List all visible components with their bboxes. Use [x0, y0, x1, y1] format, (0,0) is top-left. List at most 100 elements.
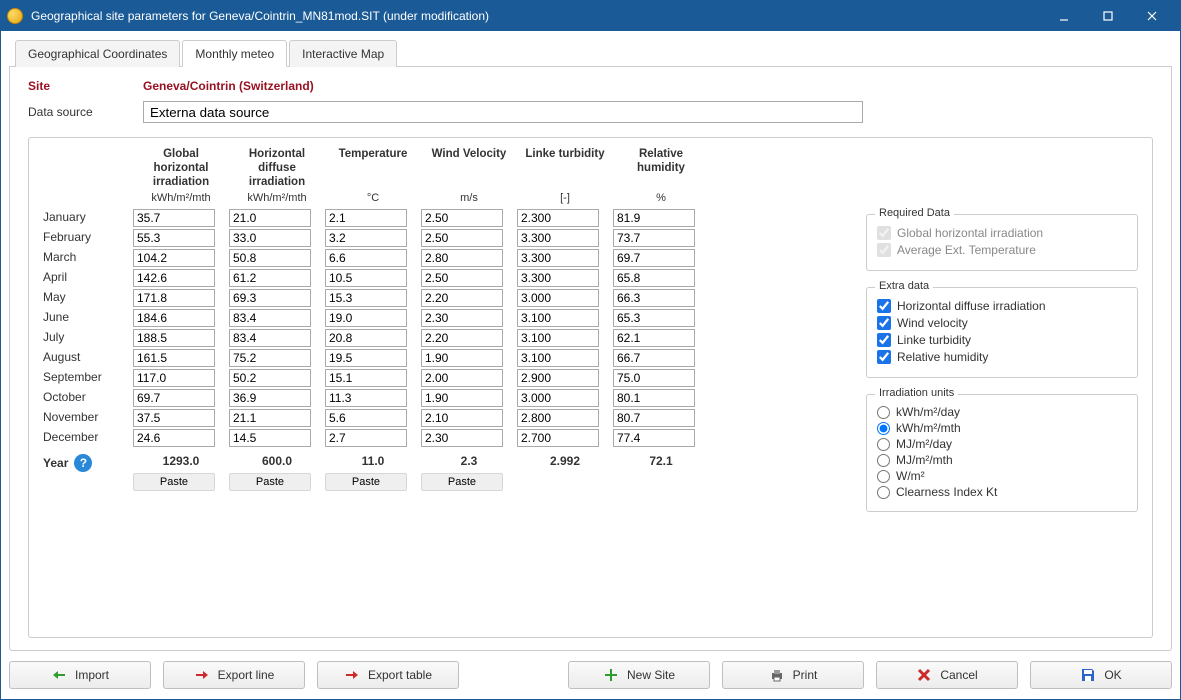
cell-rh-5[interactable] [613, 309, 695, 327]
cancel-button[interactable]: Cancel [876, 661, 1018, 689]
irradiation-unit-radio-4[interactable] [877, 470, 890, 483]
cell-dhi-10[interactable] [229, 409, 311, 427]
irradiation-unit-radio-2[interactable] [877, 438, 890, 451]
minimize-button[interactable] [1042, 1, 1086, 31]
cell-ghi-10[interactable] [133, 409, 215, 427]
cell-rh-7[interactable] [613, 349, 695, 367]
cell-rh-1[interactable] [613, 229, 695, 247]
extra-dhi-checkbox[interactable] [877, 299, 891, 313]
cell-ghi-7[interactable] [133, 349, 215, 367]
cell-dhi-6[interactable] [229, 329, 311, 347]
cell-rh-10[interactable] [613, 409, 695, 427]
cell-wind-4[interactable] [421, 289, 503, 307]
irradiation-unit-radio-0[interactable] [877, 406, 890, 419]
cell-ghi-1[interactable] [133, 229, 215, 247]
cell-temp-0[interactable] [325, 209, 407, 227]
cell-ghi-6[interactable] [133, 329, 215, 347]
cell-ghi-3[interactable] [133, 269, 215, 287]
cell-rh-0[interactable] [613, 209, 695, 227]
cell-dhi-11[interactable] [229, 429, 311, 447]
cell-temp-5[interactable] [325, 309, 407, 327]
tab-geographical-coordinates[interactable]: Geographical Coordinates [15, 40, 180, 67]
cell-temp-8[interactable] [325, 369, 407, 387]
cell-rh-8[interactable] [613, 369, 695, 387]
close-button[interactable] [1130, 1, 1174, 31]
cell-wind-3[interactable] [421, 269, 503, 287]
ok-button[interactable]: OK [1030, 661, 1172, 689]
cell-rh-11[interactable] [613, 429, 695, 447]
cell-wind-1[interactable] [421, 229, 503, 247]
cell-temp-3[interactable] [325, 269, 407, 287]
paste-ghi-button[interactable]: Paste [133, 473, 215, 491]
cell-ghi-0[interactable] [133, 209, 215, 227]
cell-wind-0[interactable] [421, 209, 503, 227]
datasource-input[interactable] [143, 101, 863, 123]
cell-rh-2[interactable] [613, 249, 695, 267]
cell-dhi-0[interactable] [229, 209, 311, 227]
cell-linke-9[interactable] [517, 389, 599, 407]
paste-dhi-button[interactable]: Paste [229, 473, 311, 491]
irradiation-unit-radio-3[interactable] [877, 454, 890, 467]
cell-ghi-9[interactable] [133, 389, 215, 407]
extra-linke-checkbox[interactable] [877, 333, 891, 347]
cell-temp-11[interactable] [325, 429, 407, 447]
cell-temp-1[interactable] [325, 229, 407, 247]
cell-linke-8[interactable] [517, 369, 599, 387]
cell-linke-2[interactable] [517, 249, 599, 267]
cell-dhi-2[interactable] [229, 249, 311, 267]
cell-temp-2[interactable] [325, 249, 407, 267]
extra-wind-checkbox[interactable] [877, 316, 891, 330]
cell-ghi-8[interactable] [133, 369, 215, 387]
cell-linke-1[interactable] [517, 229, 599, 247]
tab-interactive-map[interactable]: Interactive Map [289, 40, 397, 67]
cell-rh-3[interactable] [613, 269, 695, 287]
cell-dhi-3[interactable] [229, 269, 311, 287]
cell-dhi-9[interactable] [229, 389, 311, 407]
import-button[interactable]: Import [9, 661, 151, 689]
tab-monthly-meteo[interactable]: Monthly meteo [182, 40, 287, 67]
cell-dhi-4[interactable] [229, 289, 311, 307]
cell-linke-7[interactable] [517, 349, 599, 367]
cell-wind-5[interactable] [421, 309, 503, 327]
cell-wind-8[interactable] [421, 369, 503, 387]
irradiation-unit-radio-5[interactable] [877, 486, 890, 499]
cell-linke-6[interactable] [517, 329, 599, 347]
cell-rh-6[interactable] [613, 329, 695, 347]
cell-ghi-11[interactable] [133, 429, 215, 447]
print-button[interactable]: Print [722, 661, 864, 689]
maximize-button[interactable] [1086, 1, 1130, 31]
cell-wind-9[interactable] [421, 389, 503, 407]
cell-temp-7[interactable] [325, 349, 407, 367]
paste-wind-button[interactable]: Paste [421, 473, 503, 491]
cell-linke-10[interactable] [517, 409, 599, 427]
cell-dhi-7[interactable] [229, 349, 311, 367]
cell-dhi-1[interactable] [229, 229, 311, 247]
cell-ghi-5[interactable] [133, 309, 215, 327]
cell-linke-5[interactable] [517, 309, 599, 327]
cell-ghi-4[interactable] [133, 289, 215, 307]
cell-temp-6[interactable] [325, 329, 407, 347]
paste-temp-button[interactable]: Paste [325, 473, 407, 491]
export-line-button[interactable]: Export line [163, 661, 305, 689]
cell-wind-7[interactable] [421, 349, 503, 367]
cell-temp-4[interactable] [325, 289, 407, 307]
cell-temp-9[interactable] [325, 389, 407, 407]
cell-wind-11[interactable] [421, 429, 503, 447]
cell-linke-11[interactable] [517, 429, 599, 447]
cell-wind-2[interactable] [421, 249, 503, 267]
new-site-button[interactable]: New Site [568, 661, 710, 689]
cell-dhi-5[interactable] [229, 309, 311, 327]
cell-temp-10[interactable] [325, 409, 407, 427]
help-icon[interactable]: ? [74, 454, 92, 472]
cell-ghi-2[interactable] [133, 249, 215, 267]
cell-dhi-8[interactable] [229, 369, 311, 387]
cell-linke-3[interactable] [517, 269, 599, 287]
extra-rh-checkbox[interactable] [877, 350, 891, 364]
export-table-button[interactable]: Export table [317, 661, 459, 689]
irradiation-unit-radio-1[interactable] [877, 422, 890, 435]
cell-linke-4[interactable] [517, 289, 599, 307]
cell-rh-4[interactable] [613, 289, 695, 307]
cell-rh-9[interactable] [613, 389, 695, 407]
cell-wind-10[interactable] [421, 409, 503, 427]
cell-wind-6[interactable] [421, 329, 503, 347]
